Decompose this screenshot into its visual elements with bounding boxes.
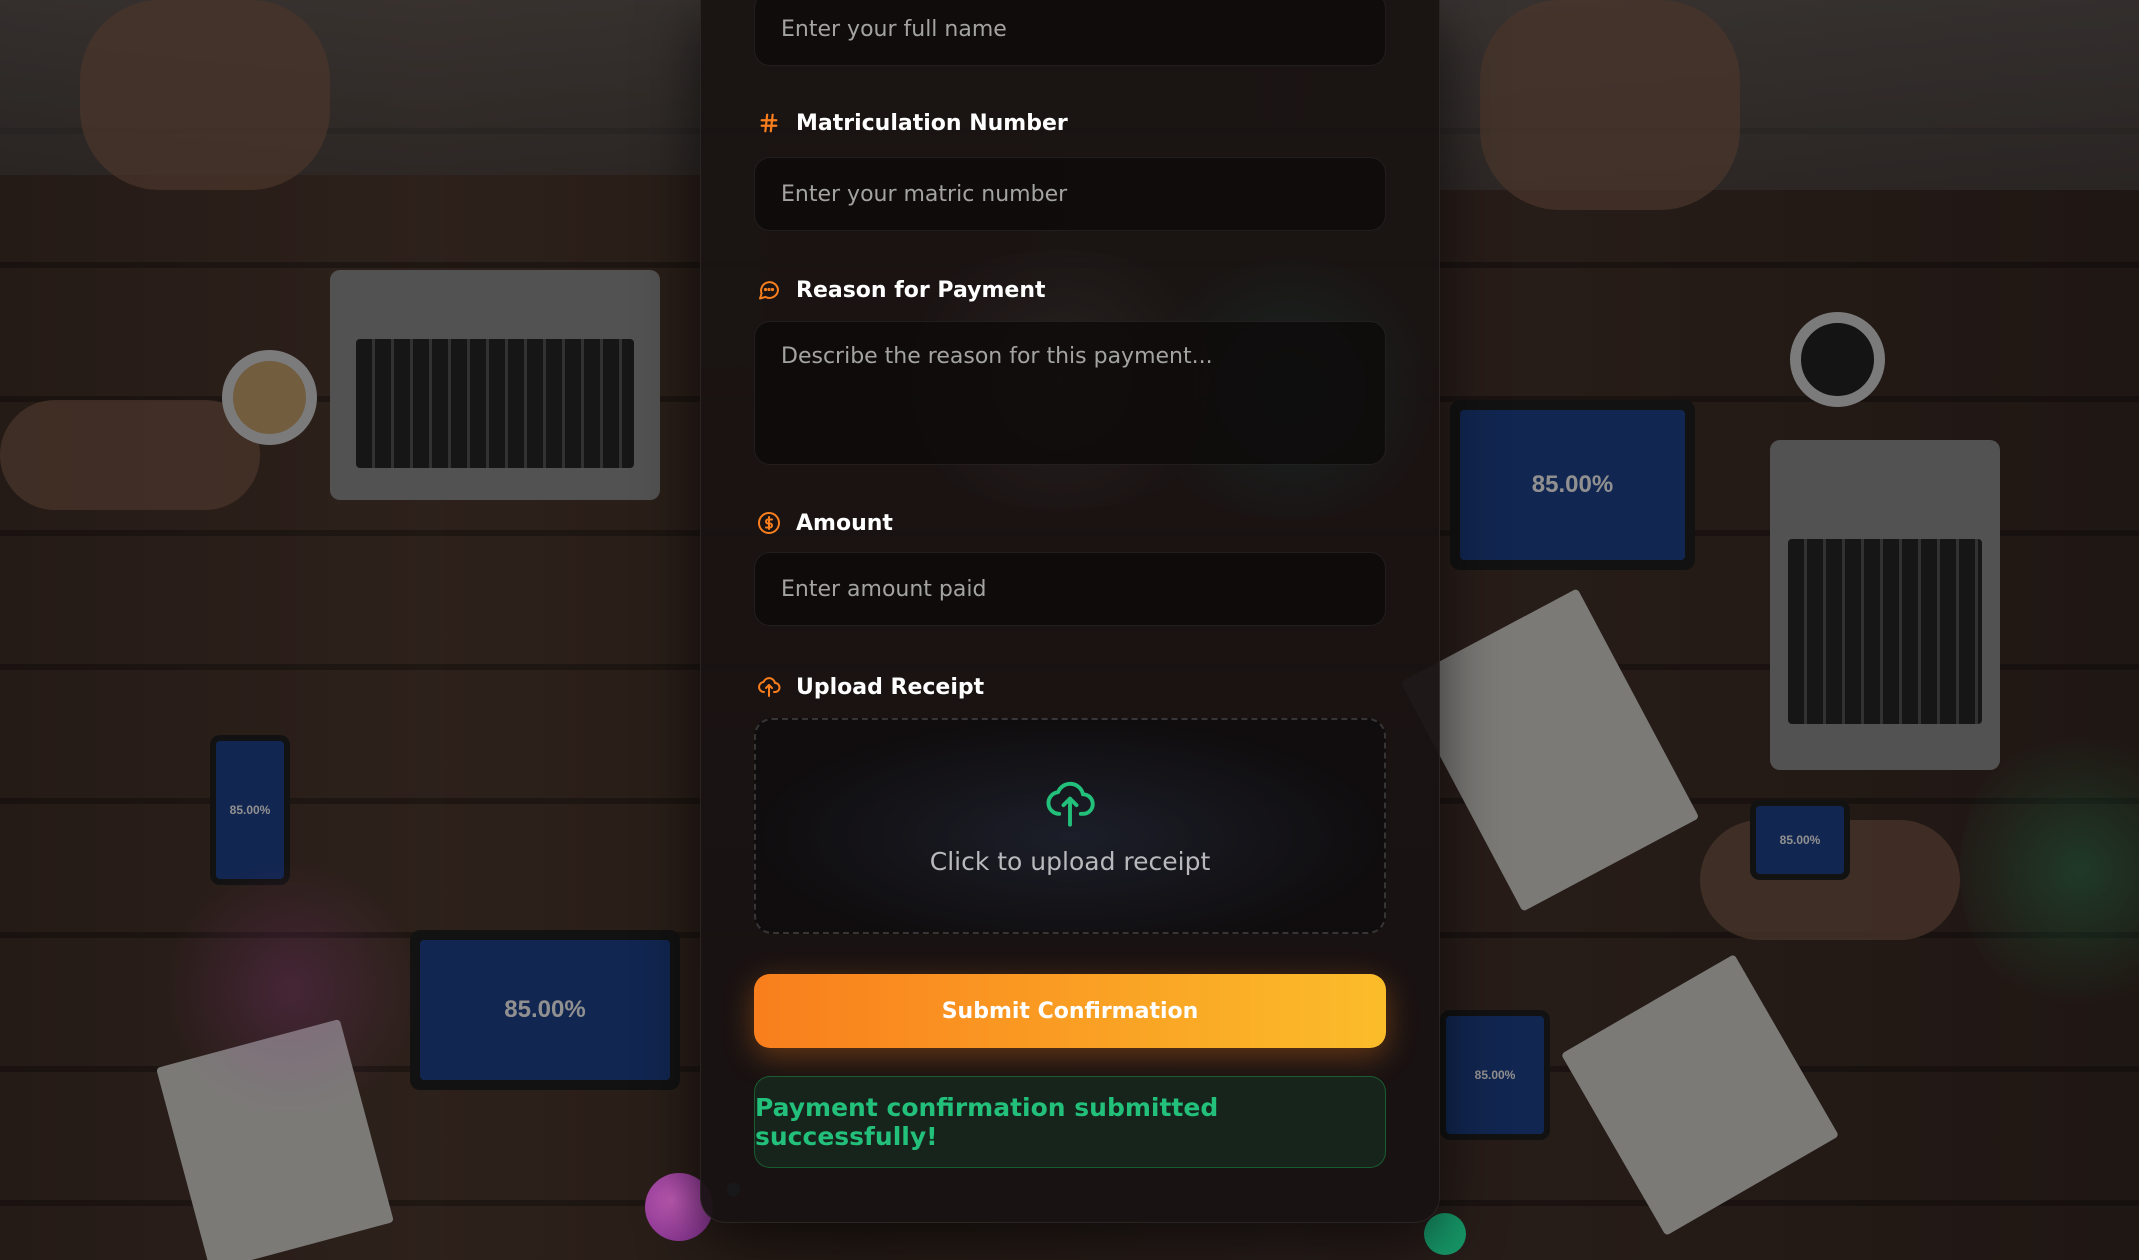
upload-cloud-icon — [756, 674, 782, 700]
amount-placeholder: Enter amount paid — [781, 576, 987, 602]
receipt-label-text: Upload Receipt — [796, 674, 985, 700]
reason-label-text: Reason for Payment — [796, 277, 1046, 303]
submit-confirmation-button[interactable]: Submit Confirmation — [754, 974, 1386, 1048]
reason-label: Reason for Payment — [756, 277, 1046, 303]
hash-icon — [756, 110, 782, 136]
receipt-label: Upload Receipt — [756, 674, 984, 700]
decor-glow-purple — [160, 860, 420, 1120]
dropzone-text: Click to upload receipt — [929, 846, 1211, 876]
matric-placeholder: Enter your matric number — [781, 181, 1068, 207]
matric-label-text: Matriculation Number — [796, 110, 1068, 136]
message-icon — [756, 277, 782, 303]
full-name-input[interactable]: Enter your full name — [754, 0, 1386, 66]
reason-textarea[interactable]: Describe the reason for this payment... — [754, 321, 1386, 465]
payment-form-card: Enter your full name Matriculation Numbe… — [700, 0, 1440, 1223]
amount-input[interactable]: Enter amount paid — [754, 552, 1386, 626]
receipt-dropzone[interactable]: Click to upload receipt — [754, 718, 1386, 934]
decor-blob-green — [1424, 1213, 1466, 1255]
success-alert: Payment confirmation submitted successfu… — [754, 1076, 1386, 1168]
success-message: Payment confirmation submitted successfu… — [755, 1093, 1219, 1151]
matric-number-input[interactable]: Enter your matric number — [754, 157, 1386, 231]
dollar-circle-icon — [756, 510, 782, 536]
matric-label: Matriculation Number — [756, 110, 1068, 136]
reason-placeholder: Describe the reason for this payment... — [781, 344, 1213, 369]
amount-label-text: Amount — [796, 510, 893, 536]
full-name-placeholder: Enter your full name — [781, 16, 1007, 42]
upload-cloud-icon — [1044, 777, 1096, 833]
amount-label: Amount — [756, 510, 893, 536]
